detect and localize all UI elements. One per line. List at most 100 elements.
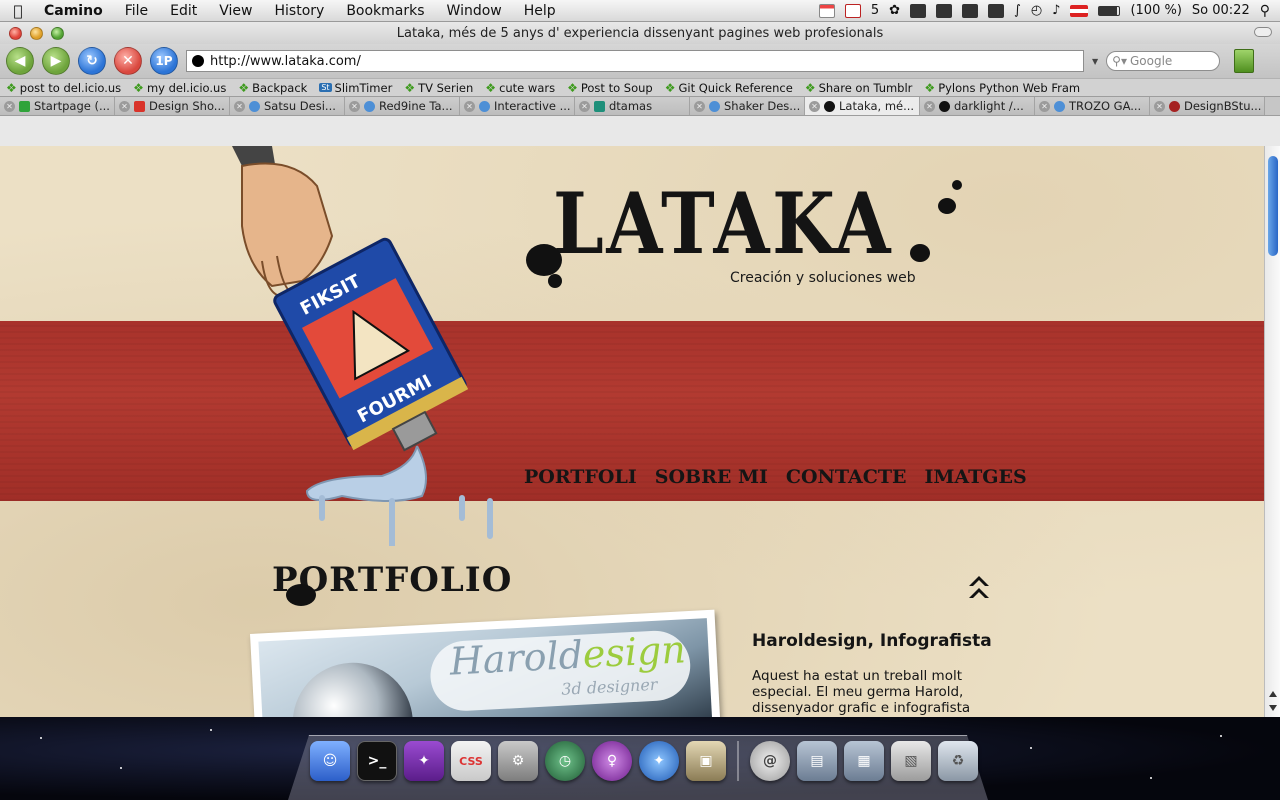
url-dropdown-icon[interactable]: ▼	[1092, 57, 1098, 66]
tab[interactable]: ✕ Interactive ...	[460, 97, 575, 115]
adium-icon[interactable]: ♀	[592, 741, 632, 781]
zoom-window-button[interactable]	[51, 26, 64, 40]
menu-bookmarks[interactable]: Bookmarks	[335, 3, 435, 19]
menu-view[interactable]: View	[208, 3, 263, 19]
bookmarks-icon[interactable]	[1234, 49, 1255, 73]
scroll-up-icon[interactable]	[966, 572, 992, 602]
nav-portfoli[interactable]: PORTFOLI	[524, 466, 637, 488]
calendar-icon[interactable]	[818, 3, 835, 18]
bookmark-item[interactable]: ❖ cute wars	[485, 81, 555, 95]
spotlight-icon[interactable]: ⚲	[1260, 3, 1270, 19]
tab[interactable]: ✕ darklight /...	[920, 97, 1035, 115]
bookmark-item[interactable]: ❖ Backpack	[238, 81, 307, 95]
url-text: http://www.lataka.com/	[210, 53, 361, 69]
tab[interactable]: ✕ Startpage (...	[0, 97, 115, 115]
url-field[interactable]: http://www.lataka.com/	[186, 50, 1084, 72]
trash-icon[interactable]: ♻	[938, 741, 978, 781]
camino-icon[interactable]: ✦	[639, 741, 679, 781]
finder-icon[interactable]: ☺	[310, 741, 350, 781]
onepassword-button[interactable]: 1P	[150, 47, 178, 75]
css-edit-icon[interactable]: CSS	[451, 741, 491, 781]
system-preferences-icon[interactable]: ⚙	[498, 741, 538, 781]
mail-at-icon[interactable]: @	[750, 741, 790, 781]
bookmark-item[interactable]: ❖ Share on Tumblr	[805, 81, 913, 95]
austria-flag-icon[interactable]	[1070, 4, 1089, 17]
scroll-down-arrow-icon[interactable]	[1269, 705, 1277, 711]
tool-icon[interactable]	[936, 3, 953, 18]
close-tab-icon[interactable]: ✕	[579, 100, 590, 112]
close-tab-icon[interactable]: ✕	[464, 100, 475, 112]
bookmark-item[interactable]: ❖ Post to Soup	[567, 81, 653, 95]
tab[interactable]: ✕ DesignBStu...	[1150, 97, 1265, 115]
scrollbar-thumb[interactable]	[1268, 156, 1278, 256]
minimize-window-button[interactable]	[30, 26, 43, 40]
close-window-button[interactable]	[9, 26, 22, 40]
close-tab-icon[interactable]: ✕	[119, 100, 130, 112]
favicon-icon	[709, 100, 720, 112]
apple-menu-icon[interactable]: 	[0, 2, 36, 20]
close-tab-icon[interactable]: ✕	[1154, 100, 1165, 112]
tab-active[interactable]: ✕ Lataka, mé...	[805, 97, 920, 115]
bookmark-item[interactable]: ❖ post to del.icio.us	[6, 81, 121, 95]
bookmark-item[interactable]: ❖ my del.icio.us	[133, 81, 226, 95]
toolbar-toggle-button[interactable]	[1254, 27, 1272, 37]
clock[interactable]: So 00:22	[1192, 3, 1250, 18]
applications-folder-icon[interactable]: ▦	[844, 741, 884, 781]
bluetooth-icon[interactable]: ∫	[1014, 3, 1021, 18]
bookmark-item[interactable]: ❖ Pylons Python Web Fram	[924, 81, 1080, 95]
battery-icon[interactable]	[1098, 5, 1121, 16]
tab[interactable]: ✕ dtamas	[575, 97, 690, 115]
tab[interactable]: ✕ Satsu Desi...	[230, 97, 345, 115]
close-tab-icon[interactable]: ✕	[924, 100, 935, 112]
reload-button[interactable]: ↻	[78, 47, 106, 75]
menu-edit[interactable]: Edit	[159, 3, 208, 19]
keyboard-icon[interactable]	[988, 3, 1005, 18]
nav-contacte[interactable]: CONTACTE	[786, 466, 907, 488]
downloads-stack-icon[interactable]: ▧	[891, 741, 931, 781]
bookmark-item[interactable]: ❖ Git Quick Reference	[665, 81, 793, 95]
volume-icon[interactable]: ♪	[1052, 3, 1060, 18]
terminal-icon[interactable]: >_	[357, 741, 397, 781]
tab[interactable]: ✕ Design Sho...	[115, 97, 230, 115]
spaces-icon[interactable]	[910, 3, 927, 18]
close-tab-icon[interactable]: ✕	[809, 100, 820, 112]
tab-label: Interactive ...	[494, 99, 571, 113]
menu-window[interactable]: Window	[436, 3, 513, 19]
close-tab-icon[interactable]: ✕	[694, 100, 705, 112]
tab[interactable]: ✕ TROZO GA...	[1035, 97, 1150, 115]
project-thumbnail[interactable]: Haroldesign 3d designer	[250, 609, 721, 717]
nav-imatges[interactable]: IMATGES	[925, 466, 1027, 488]
tab[interactable]: ✕ Red9ine Ta...	[345, 97, 460, 115]
textmate-icon[interactable]: ✦	[404, 741, 444, 781]
close-tab-icon[interactable]: ✕	[234, 100, 245, 112]
tab[interactable]: ✕ Shaker Des...	[690, 97, 805, 115]
display-icon[interactable]	[962, 3, 979, 18]
time-machine-icon[interactable]: ◷	[545, 741, 585, 781]
iphoto-icon[interactable]: ▣	[686, 741, 726, 781]
bookmark-item[interactable]: St SlimTimer	[319, 81, 392, 95]
app-menu[interactable]: Camino	[36, 3, 114, 19]
documents-folder-icon[interactable]: ▤	[797, 741, 837, 781]
tab-label: Design Sho...	[149, 99, 225, 113]
scroll-up-arrow-icon[interactable]	[1269, 691, 1277, 697]
vertical-scrollbar[interactable]	[1264, 146, 1280, 717]
bookmarklet-icon: ❖	[804, 80, 816, 95]
menu-history[interactable]: History	[264, 3, 336, 19]
paw-icon[interactable]: ✿	[889, 3, 900, 18]
close-tab-icon[interactable]: ✕	[1039, 100, 1050, 112]
close-tab-icon[interactable]: ✕	[349, 100, 360, 112]
wifi-icon[interactable]: ◴	[1031, 3, 1042, 18]
back-button[interactable]: ◀	[6, 47, 34, 75]
nav-sobre-mi[interactable]: SOBRE MI	[655, 466, 768, 488]
gmail-icon[interactable]	[844, 3, 861, 18]
title-bar[interactable]: Lataka, més de 5 anys d' experiencia dis…	[0, 22, 1280, 44]
close-tab-icon[interactable]: ✕	[4, 100, 15, 112]
bookmarklet-icon: ❖	[133, 80, 144, 95]
forward-button[interactable]: ▶	[42, 47, 70, 75]
bookmark-item[interactable]: ❖ TV Serien	[404, 81, 473, 95]
site-logo[interactable]: LATAKA	[553, 174, 893, 273]
search-field[interactable]: ⚲▾ Google	[1106, 51, 1221, 71]
menu-file[interactable]: File	[114, 3, 159, 19]
menu-help[interactable]: Help	[513, 3, 567, 19]
stop-button[interactable]: ✕	[114, 47, 142, 75]
